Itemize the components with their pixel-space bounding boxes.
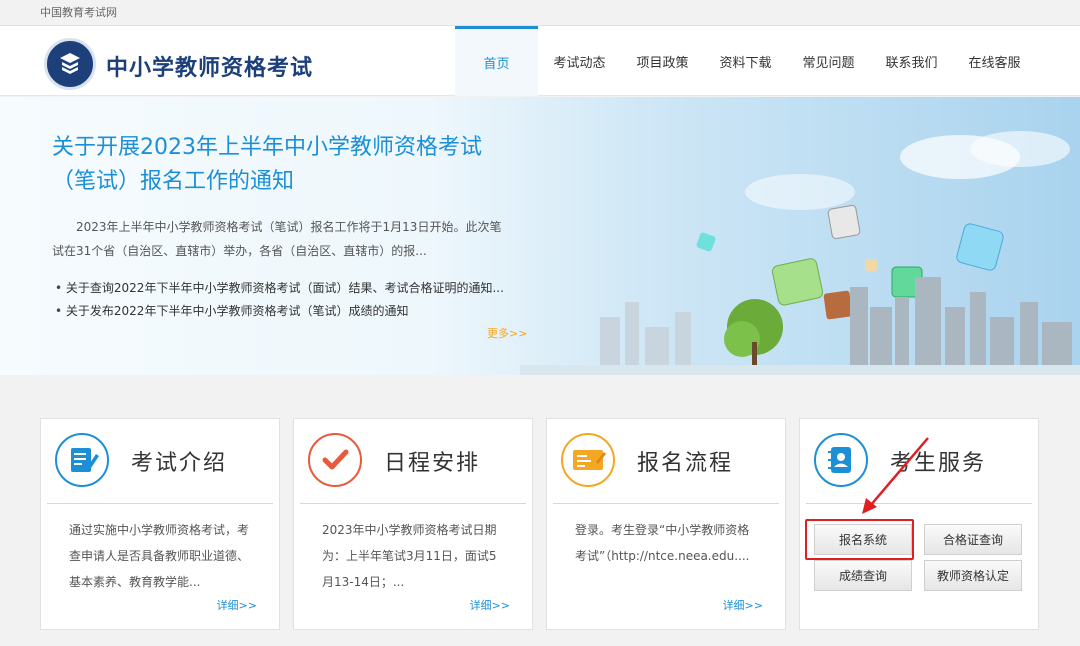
card-description: 通过实施中小学教师资格考试，考查申请人是否具备教师职业道德、基本素养、教育教学能… [69, 523, 250, 589]
card-title[interactable]: 考生服务 [890, 445, 986, 477]
card-schedule: 日程安排 2023年中小学教师资格考试日期为：上半年笔试3月11日，面试5月13… [293, 418, 533, 630]
card-exam-intro: 考试介绍 通过实施中小学教师资格考试，考查申请人是否具备教师职业道德、基本素养、… [40, 418, 280, 630]
teacher-certification-button[interactable]: 教师资格认定 [924, 560, 1022, 591]
nav-faq[interactable]: 常见问题 [787, 26, 870, 96]
header: 中小学教师资格考试 首页 考试动态 项目政策 资料下载 常见问题 联系我们 在线… [0, 26, 1080, 96]
details-link[interactable]: 详细>> [470, 597, 510, 613]
nav-online-service[interactable]: 在线客服 [953, 26, 1036, 96]
document-edit-icon [54, 432, 110, 488]
nav-policy[interactable]: 项目政策 [621, 26, 704, 96]
main-nav: 首页 考试动态 项目政策 资料下载 常见问题 联系我们 在线客服 [455, 26, 1036, 96]
banner-headline[interactable]: 关于开展2023年上半年中小学教师资格考试（笔试）报名工作的通知 [52, 131, 512, 199]
banner-news-list: 关于查询2022年下半年中小学教师资格考试（面试）结果、考试合格证明的通知...… [55, 277, 525, 323]
registration-form-icon [560, 432, 616, 488]
banner: 关于开展2023年上半年中小学教师资格考试（笔试）报名工作的通知 2023年上半… [0, 97, 1080, 375]
top-bar: 中国教育考试网 [0, 0, 1080, 26]
details-link[interactable]: 详细>> [217, 597, 257, 613]
divider [806, 503, 1032, 504]
card-title[interactable]: 日程安排 [384, 445, 480, 477]
banner-description: 2023年上半年中小学教师资格考试（笔试）报名工作将于1月13日开始。此次笔试在… [52, 220, 502, 258]
card-description: 登录。考生登录“中小学教师资格考试”（http://ntce.neea.edu.… [575, 523, 750, 563]
certificate-query-button[interactable]: 合格证查询 [924, 524, 1022, 555]
card-title[interactable]: 考试介绍 [131, 445, 227, 477]
checkmark-icon [307, 432, 363, 488]
news-link[interactable]: 关于查询2022年下半年中小学教师资格考试（面试）结果、考试合格证明的通知... [55, 277, 525, 300]
nav-exam-news[interactable]: 考试动态 [538, 26, 621, 96]
site-link[interactable]: 中国教育考试网 [40, 4, 117, 20]
site-title[interactable]: 中小学教师资格考试 [106, 50, 313, 82]
more-link[interactable]: 更多>> [487, 325, 527, 341]
details-link[interactable]: 详细>> [723, 597, 763, 613]
nav-home[interactable]: 首页 [455, 26, 538, 96]
card-description: 2023年中小学教师资格考试日期为：上半年笔试3月11日，面试5月13-14日；… [322, 523, 497, 589]
divider [47, 503, 273, 504]
news-link[interactable]: 关于发布2022年下半年中小学教师资格考试（笔试）成绩的通知 [55, 300, 525, 323]
card-title[interactable]: 报名流程 [637, 445, 733, 477]
nav-contact[interactable]: 联系我们 [870, 26, 953, 96]
logo-icon[interactable] [44, 38, 96, 90]
score-query-button[interactable]: 成绩查询 [814, 560, 912, 591]
city-illustration [520, 131, 1080, 375]
annotation-highlight-box [805, 519, 914, 560]
divider [553, 503, 779, 504]
contact-book-icon [813, 432, 869, 488]
card-registration-process: 报名流程 登录。考生登录“中小学教师资格考试”（http://ntce.neea… [546, 418, 786, 630]
divider [300, 503, 526, 504]
nav-downloads[interactable]: 资料下载 [704, 26, 787, 96]
